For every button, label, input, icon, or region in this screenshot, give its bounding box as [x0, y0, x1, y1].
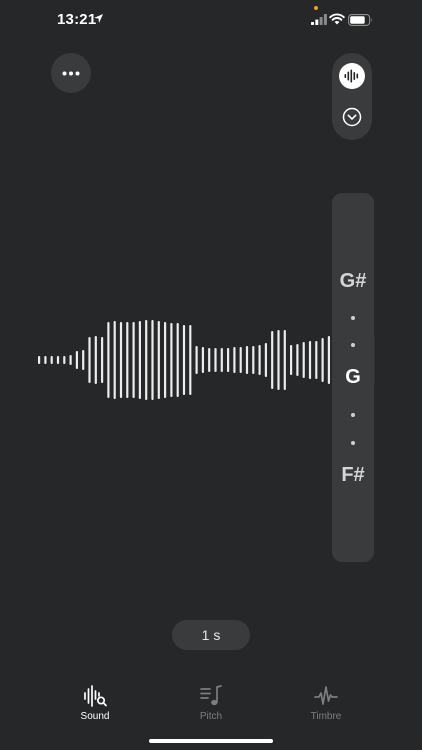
waveform-bar	[327, 336, 330, 384]
waveform-bar	[63, 356, 66, 364]
waveform-bar	[107, 322, 110, 398]
waveform-bar	[119, 322, 123, 398]
waveform-bar	[239, 347, 242, 373]
waveform-bar	[233, 347, 236, 373]
waveform-bar	[258, 345, 261, 375]
chevron-down-circle-icon[interactable]	[342, 107, 362, 127]
waveform-bar	[321, 338, 324, 382]
waveform-bar	[50, 356, 53, 364]
more-options-button[interactable]	[51, 53, 91, 93]
wifi-icon	[329, 13, 345, 25]
waveform-bar	[126, 322, 129, 398]
ellipsis-icon	[62, 71, 80, 75]
waveform-bar	[302, 342, 305, 378]
home-indicator	[149, 739, 273, 743]
waveform-view-button[interactable]	[339, 63, 365, 89]
waveform-pulse-icon	[314, 686, 338, 705]
waveform-bar	[277, 330, 280, 390]
pitch-tick	[351, 316, 355, 320]
waveform-bar	[264, 343, 267, 377]
location-arrow-icon	[94, 14, 103, 23]
status-time: 13:21	[57, 11, 97, 28]
waveform-bar	[176, 323, 179, 397]
tab-pitch[interactable]: Pitch	[171, 684, 251, 722]
waveform-bar	[220, 348, 223, 372]
waveform-bar	[69, 355, 72, 365]
waveform-bar	[315, 341, 318, 379]
waveform-bar	[145, 320, 148, 400]
tab-pitch-label: Pitch	[199, 711, 223, 722]
waveform-bar	[182, 325, 186, 395]
waveform-bar	[308, 341, 312, 379]
waveform-bar	[296, 344, 299, 376]
waveform-bar	[75, 351, 78, 369]
waveform-bar	[88, 337, 91, 383]
waveform-bar	[214, 348, 217, 372]
waveform-bar	[56, 356, 60, 364]
pitch-note-upper: G#	[339, 270, 367, 292]
waveform-bar	[271, 331, 274, 389]
waveform-bar	[208, 348, 211, 372]
pitch-meter: G# G F#	[332, 193, 374, 562]
waveform-bar	[245, 346, 249, 374]
waveform-bar	[164, 322, 167, 398]
waveform-bar	[227, 348, 230, 372]
waveform-bar	[132, 322, 135, 398]
waveform-bar	[195, 346, 198, 374]
time-window-button[interactable]: 1 s	[172, 620, 250, 650]
waveform-bar	[94, 336, 97, 384]
waveform-bar	[290, 345, 293, 375]
cellular-signal-icon	[311, 14, 327, 25]
waveform-bar	[283, 330, 286, 390]
mic-in-use-indicator	[314, 6, 318, 10]
pitch-note-current: G	[345, 366, 361, 388]
view-controls	[332, 53, 372, 140]
waveform-bar	[44, 356, 47, 364]
waveform-bar	[138, 321, 141, 399]
tab-sound-label: Sound	[80, 711, 110, 722]
waveform-bar	[151, 320, 154, 400]
status-bar: 13:21	[0, 0, 422, 44]
tab-sound[interactable]: Sound	[55, 684, 135, 722]
pitch-tick	[351, 413, 355, 417]
tab-timbre[interactable]: Timbre	[286, 684, 366, 722]
time-window-label: 1 s	[201, 627, 221, 643]
waveform-bar	[189, 325, 192, 395]
waveform-icon	[344, 69, 359, 83]
tab-timbre-label: Timbre	[310, 711, 342, 722]
waveform-bar	[252, 346, 255, 374]
sound-search-icon	[84, 685, 107, 707]
pitch-tick	[351, 441, 355, 445]
waveform-bar	[157, 321, 160, 399]
music-note-list-icon	[200, 685, 222, 706]
pitch-tick	[351, 343, 355, 347]
waveform-bar	[170, 323, 173, 397]
waveform-bar	[201, 347, 204, 373]
waveform-bar	[38, 356, 41, 364]
battery-icon	[348, 14, 372, 26]
waveform-bar	[101, 337, 104, 383]
pitch-note-lower: F#	[341, 464, 365, 486]
waveform-bar	[113, 321, 116, 399]
waveform-bar	[82, 350, 85, 370]
